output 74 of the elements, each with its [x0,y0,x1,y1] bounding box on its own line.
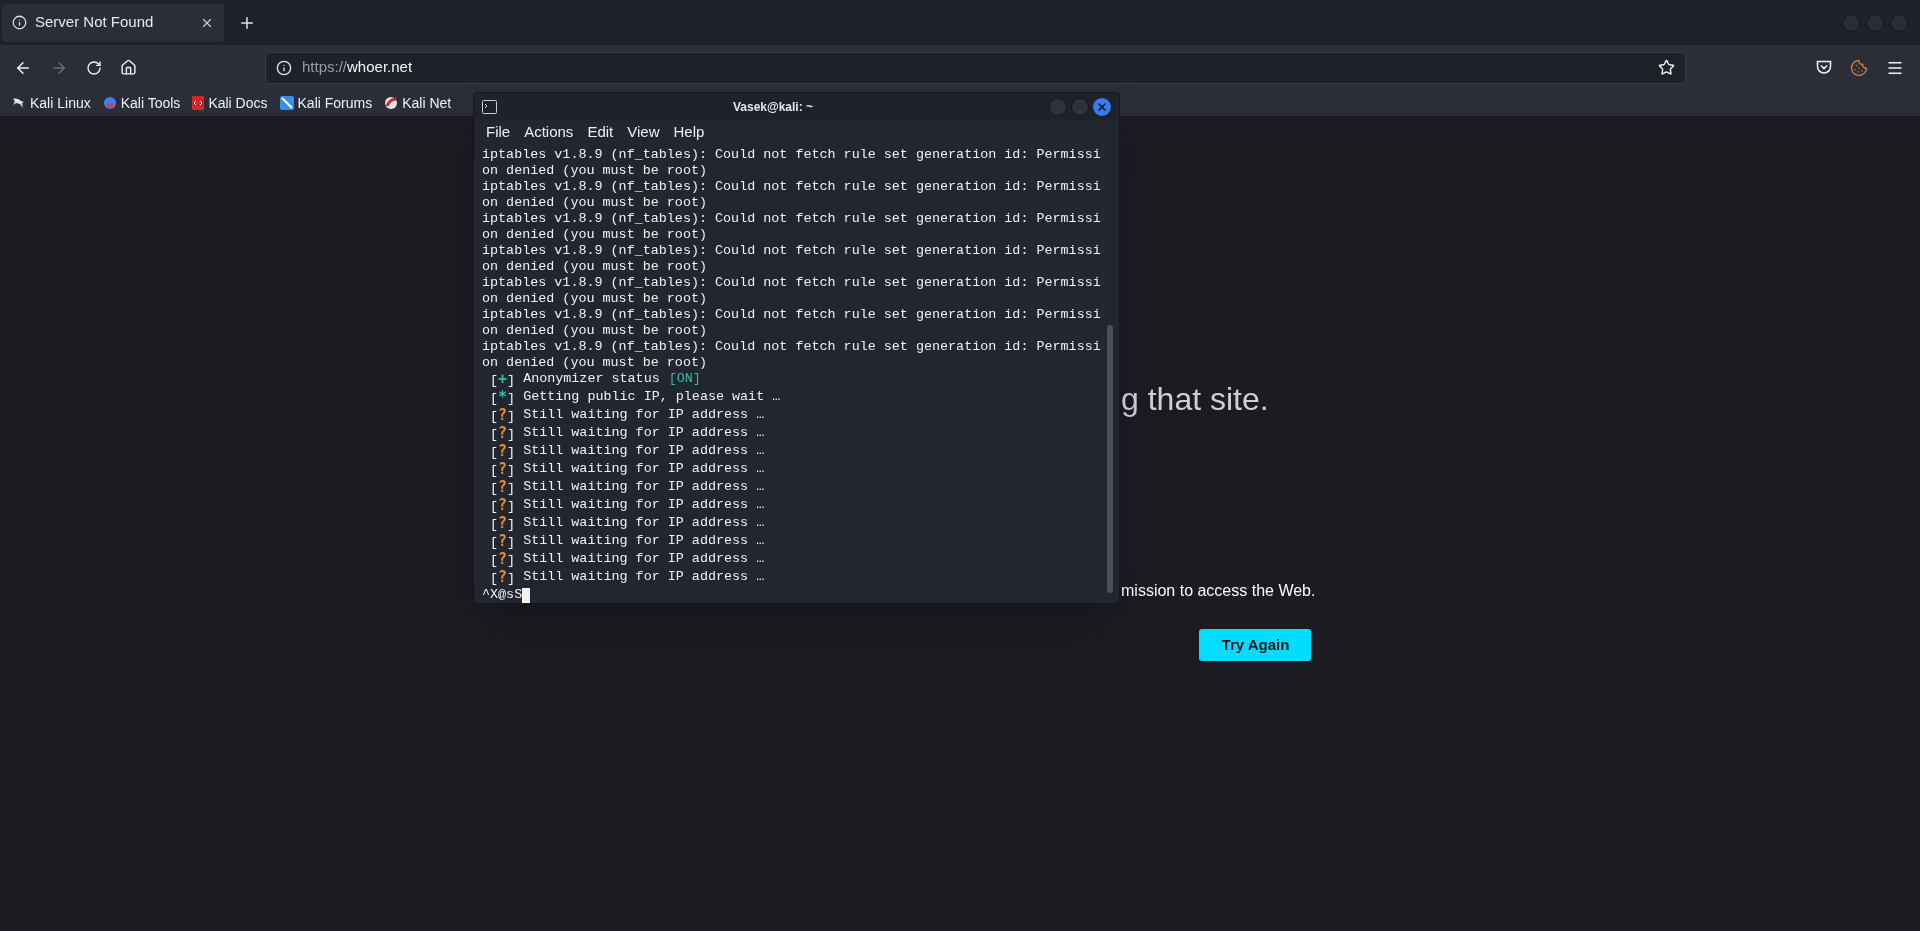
terminal-line: on denied (you must be root) [482,195,708,211]
terminal-line: iptables v1.8.9 (nf_tables): Could not fetch rule set generation id: Permissi [482,243,1102,259]
terminal-line: iptables v1.8.9 (nf_tables): Could not fetch rule set generation id: Permissi [482,275,1102,291]
menu-item[interactable]: File [486,120,511,144]
browser-tab[interactable]: Server Not Found [2,3,224,42]
terminal-line: Still waiting for IP address … [523,551,765,568]
terminal-line: on denied (you must be root) [482,163,708,179]
error-heading: g that site. [1121,380,1269,419]
tab-title: Server Not Found [35,12,155,33]
terminal-line: Still waiting for IP address … [523,515,765,532]
document-icon [192,96,205,110]
command-text: ^X@sS [482,587,523,603]
bookmark[interactable]: Kali Forums [279,92,373,114]
status-marker: [?] [490,461,516,479]
terminal-line: iptables v1.8.9 (nf_tables): Could not fetch rule set generation id: Permissi [482,179,1102,195]
status-marker: [?] [490,407,516,425]
address-bar[interactable]: https://whoer.net [265,51,1686,84]
menu-item[interactable]: Actions [524,120,574,144]
terminal-line: on denied (you must be root) [482,259,708,275]
status-marker: [?] [490,479,516,497]
terminal-line: Still waiting for IP address … [523,569,765,586]
pocket-icon[interactable] [1816,60,1832,75]
terminal-line: iptables v1.8.9 (nf_tables): Could not fetch rule set generation id: Permissi [482,339,1102,355]
status-marker: [+] [490,371,516,389]
terminal-line: Still waiting for IP address … [523,479,765,496]
terminal-line: on denied (you must be root) [482,323,708,339]
close-icon [1096,100,1108,113]
terminal-line: Still waiting for IP address … [523,533,765,550]
try-again-button[interactable]: Try Again [1199,629,1312,661]
terminal-line: Getting public IP, please wait … [523,389,781,406]
scrollbar-thumb[interactable] [1107,325,1113,593]
status-tag: [ON] [668,371,701,389]
terminal-line: on denied (you must be root) [482,355,708,371]
terminal-line: iptables v1.8.9 (nf_tables): Could not fetch rule set generation id: Permissi [482,147,1102,163]
bookmark[interactable]: Kali Docs [192,92,268,114]
terminal-line: Still waiting for IP address … [523,443,765,460]
url-text: https://whoer.net [302,57,414,78]
text-cursor [522,587,531,603]
terminal-line: on denied (you must be root) [482,227,708,243]
terminal-line: Anonymizer status [523,371,660,388]
terminal-icon [482,99,497,114]
ball-icon [102,96,117,110]
logo-icon [384,96,399,110]
home-icon[interactable] [120,59,137,76]
terminal-line: iptables v1.8.9 (nf_tables): Could not fetch rule set generation id: Permissi [482,211,1102,227]
cookie-icon[interactable] [1850,58,1868,77]
terminal-line: iptables v1.8.9 (nf_tables): Could not fetch rule set generation id: Permissi [482,307,1102,323]
terminal-line: Still waiting for IP address … [523,425,765,442]
bookmark[interactable]: Kali Tools [102,92,181,114]
window-title: Vasek@kali: ~ [731,98,815,116]
status-marker: [?] [490,551,516,569]
menu-item[interactable]: Edit [587,120,614,144]
status-marker: [?] [490,533,516,551]
menu-item[interactable]: Help [673,120,705,144]
dragon-icon [12,96,26,110]
terminal-line: Still waiting for IP address … [523,461,765,478]
status-marker: [?] [490,569,516,587]
status-marker: [?] [490,443,516,461]
status-marker: [?] [490,497,516,515]
bookmark[interactable]: Kali Linux [12,92,91,114]
list-text: mission to access the Web. [1121,581,1316,601]
star-icon[interactable] [1658,59,1675,76]
terminal-line: Still waiting for IP address … [523,407,765,424]
close-button[interactable] [1093,97,1111,116]
menu-item[interactable]: View [627,120,660,144]
status-marker: [*] [490,389,516,407]
terminal-line: on denied (you must be root) [482,291,708,307]
info-icon [12,15,27,30]
status-marker: [?] [490,425,516,443]
reload-icon[interactable] [86,59,102,76]
info-icon [276,59,292,76]
bookmark[interactable]: Kali Net [384,92,452,114]
terminal-line: Still waiting for IP address … [523,497,765,514]
status-marker: [?] [490,515,516,533]
